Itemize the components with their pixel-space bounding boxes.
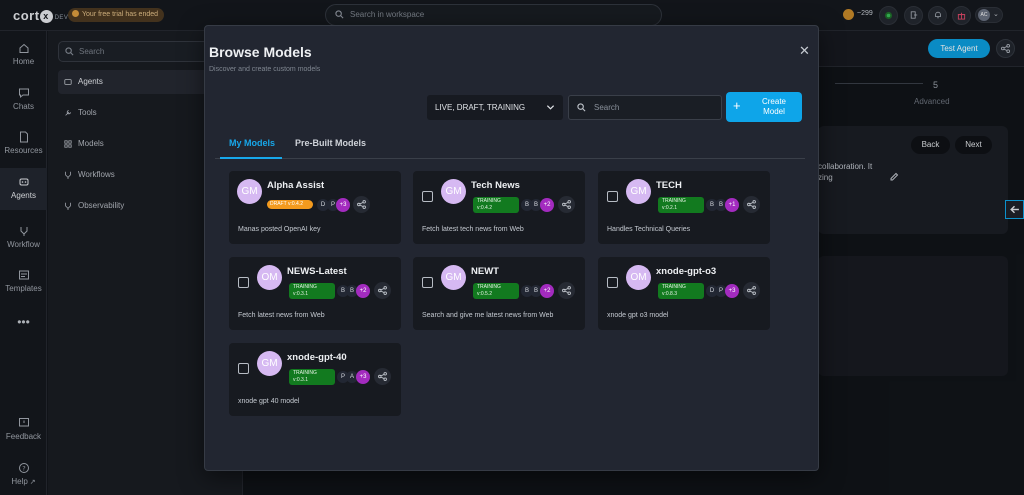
share-button[interactable] — [374, 282, 391, 299]
browse-models-dialog: Browse Models Discover and create custom… — [204, 25, 819, 471]
status-badge: TRAINING v:0.8.3 — [658, 283, 704, 299]
share-icon — [562, 286, 571, 295]
avatar: GM — [257, 351, 282, 376]
dialog-subtitle: Discover and create custom models — [209, 66, 321, 73]
plus-icon: + — [733, 98, 741, 113]
more-users-badge[interactable]: +2 — [356, 284, 370, 298]
model-name: NEWT — [471, 266, 499, 277]
more-users-badge[interactable]: +2 — [540, 284, 554, 298]
model-name: Alpha Assist — [267, 180, 325, 191]
model-description: Search and give me latest news from Web — [422, 312, 554, 319]
share-icon — [747, 200, 756, 209]
select-checkbox[interactable] — [422, 277, 433, 288]
more-users-badge[interactable]: +1 — [725, 198, 739, 212]
model-name: NEWS-Latest — [287, 266, 347, 277]
more-users-badge[interactable]: +3 — [725, 284, 739, 298]
model-name: TECH — [656, 180, 682, 191]
select-checkbox[interactable] — [607, 191, 618, 202]
share-button[interactable] — [558, 282, 575, 299]
model-card[interactable]: GM Tech News TRAINING v:0.4.2 B B +2 Fetc… — [413, 171, 585, 244]
model-description: Handles Technical Queries — [607, 226, 691, 233]
avatar: GM — [441, 265, 466, 290]
share-button[interactable] — [743, 282, 760, 299]
avatar: GM — [626, 179, 651, 204]
create-model-button[interactable]: + Create Model — [726, 92, 802, 122]
share-button[interactable] — [743, 196, 760, 213]
model-description: xnode gpt o3 model — [607, 312, 669, 319]
avatar: GM — [237, 179, 262, 204]
model-card[interactable]: GM xnode-gpt-40 TRAINING v:0.3.1 P A +3 x… — [229, 343, 401, 416]
select-checkbox[interactable] — [238, 363, 249, 374]
model-card[interactable]: GM Alpha Assist DRAFT v:0.4.2 D P +3 Man… — [229, 171, 401, 244]
avatar: GM — [441, 179, 466, 204]
share-icon — [747, 286, 756, 295]
status-badge: TRAINING v:0.5.2 — [473, 283, 519, 299]
status-badge: TRAINING v:0.3.1 — [289, 283, 335, 299]
status-badge: DRAFT v:0.4.2 — [267, 200, 313, 209]
model-name: xnode-gpt-o3 — [656, 266, 717, 277]
model-search-input[interactable]: Search — [568, 95, 722, 120]
share-icon — [378, 372, 387, 381]
model-description: Fetch latest tech news from Web — [422, 226, 524, 233]
model-description: xnode gpt 40 model — [238, 398, 300, 405]
select-checkbox[interactable] — [607, 277, 618, 288]
model-card[interactable]: OM xnode-gpt-o3 TRAINING v:0.8.3 D P +3 x… — [598, 257, 770, 330]
chevron-down-icon — [546, 105, 555, 110]
tab-divider — [215, 158, 805, 159]
more-users-badge[interactable]: +3 — [356, 370, 370, 384]
model-description: Manas posted OpenAI key — [238, 226, 321, 233]
status-badge: TRAINING v:0.3.1 — [289, 369, 335, 385]
status-filter-select[interactable]: LIVE, DRAFT, TRAINING — [427, 95, 563, 120]
more-users-badge[interactable]: +2 — [540, 198, 554, 212]
avatar: OM — [257, 265, 282, 290]
model-name: Tech News — [471, 180, 520, 191]
avatar: OM — [626, 265, 651, 290]
active-tab-indicator — [220, 157, 282, 159]
model-name: xnode-gpt-40 — [287, 352, 347, 363]
model-card[interactable]: GM NEWT TRAINING v:0.5.2 B B +2 Search an… — [413, 257, 585, 330]
model-description: Fetch latest news from Web — [238, 312, 325, 319]
status-badge: TRAINING v:0.4.2 — [473, 197, 519, 213]
share-icon — [562, 200, 571, 209]
select-checkbox[interactable] — [238, 277, 249, 288]
search-icon — [577, 103, 586, 112]
share-button[interactable] — [374, 368, 391, 385]
share-icon — [378, 286, 387, 295]
tab-pre-built-models[interactable]: Pre-Built Models — [295, 138, 366, 148]
share-button[interactable] — [353, 196, 370, 213]
status-badge: TRAINING v:0.2.1 — [658, 197, 704, 213]
model-card[interactable]: OM NEWS-Latest TRAINING v:0.3.1 B B +2 Fe… — [229, 257, 401, 330]
select-checkbox[interactable] — [422, 191, 433, 202]
share-button[interactable] — [558, 196, 575, 213]
tab-my-models[interactable]: My Models — [229, 138, 275, 148]
more-users-badge[interactable]: +3 — [336, 198, 350, 212]
dialog-title: Browse Models — [209, 44, 312, 60]
model-card[interactable]: GM TECH TRAINING v:0.2.1 B B +1 Handles T… — [598, 171, 770, 244]
close-icon[interactable]: ✕ — [799, 43, 810, 59]
share-icon — [357, 200, 366, 209]
